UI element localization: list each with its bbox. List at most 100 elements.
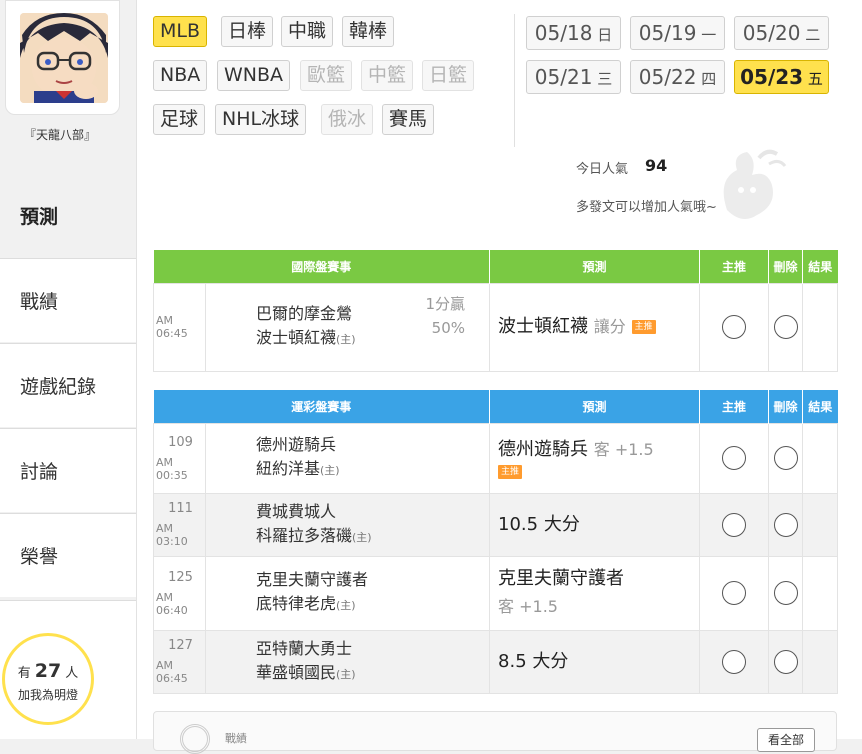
delete-cell	[768, 492, 804, 557]
result-cell	[802, 282, 839, 372]
delete-cell	[768, 555, 804, 631]
game-number: 127	[168, 638, 193, 653]
featured-radio[interactable]	[722, 512, 747, 537]
handicap-percent: 50%	[431, 318, 466, 337]
popularity-hint: 多發文可以增加人氣哦~	[576, 200, 717, 215]
featured-radio[interactable]	[722, 581, 747, 605]
date-day: 一	[701, 26, 717, 44]
col-header-event: 運彩盤賽事	[153, 390, 491, 423]
date-md: 05/19	[638, 21, 697, 45]
nav-item-discussion[interactable]: 討論	[0, 428, 136, 512]
date-0521[interactable]: 05/21 三	[526, 60, 621, 94]
date-md: 05/21	[534, 65, 593, 89]
featured-cell	[699, 282, 770, 372]
sport-japan-basketball[interactable]: 日籃	[422, 60, 475, 91]
sport-cba[interactable]: 中籃	[361, 60, 414, 91]
date-md: 05/18	[534, 21, 593, 45]
col-header-result: 結果	[802, 250, 838, 283]
nav-item-predict[interactable]: 預測	[0, 173, 136, 257]
delete-radio[interactable]	[773, 315, 798, 339]
fans-number: 27	[34, 660, 62, 682]
popularity-value: 94	[645, 156, 668, 175]
game-teams: 巴爾的摩金鶯 波士頓紅襪(主) 1分贏 50%	[204, 282, 491, 372]
home-mark: (主)	[336, 333, 356, 346]
table-row: 109 AM 00:35 德州遊騎兵 紐約洋基(主) 德州遊騎兵 客 +1.5 主…	[153, 422, 839, 494]
home-mark: (主)	[336, 667, 356, 681]
username: 『天龍八部』	[23, 128, 96, 142]
game-teams: 德州遊騎兵 紐約洋基(主)	[204, 422, 491, 494]
date-0522[interactable]: 05/22 四	[630, 60, 725, 94]
table-row: 111 AM 03:10 費城費城人 科羅拉多落磯(主) 10.5 大分	[153, 492, 839, 557]
result-cell	[802, 555, 839, 631]
sport-euro-basketball[interactable]: 歐籃	[300, 60, 353, 91]
date-0519[interactable]: 05/19 一	[630, 16, 725, 50]
date-0518[interactable]: 05/18 日	[526, 16, 621, 50]
handicap-value: 1分贏	[425, 294, 466, 313]
col-header-delete: 刪除	[768, 250, 804, 283]
featured-tag: 主推	[631, 320, 656, 334]
delete-radio[interactable]	[773, 649, 798, 674]
delete-radio[interactable]	[773, 581, 798, 605]
sport-kbo[interactable]: 韓棒	[342, 16, 395, 47]
fans-prefix: 有	[17, 666, 31, 681]
table-header: 國際盤賽事 預測 主推 刪除 結果	[153, 250, 838, 283]
sport-nhl[interactable]: NHL冰球	[215, 104, 307, 135]
sport-soccer[interactable]: 足球	[153, 104, 206, 135]
game-number: 109	[168, 434, 193, 450]
view-all-button[interactable]: 看全部	[757, 728, 815, 752]
delete-radio[interactable]	[773, 512, 798, 537]
sport-wnba[interactable]: WNBA	[217, 60, 291, 91]
game-time: 111 AM 03:10	[153, 492, 206, 557]
result-cell	[802, 492, 839, 557]
game-time-value: AM 03:10	[156, 522, 188, 548]
follow-lamp-button[interactable]: 有 27 人 加我為明燈	[2, 633, 94, 725]
delete-radio[interactable]	[773, 446, 798, 470]
sport-nba[interactable]: NBA	[153, 60, 208, 91]
handicap-line: 1分贏 50%	[425, 292, 465, 340]
fans-suffix: 人	[65, 666, 79, 681]
featured-radio[interactable]	[722, 446, 747, 470]
prediction-pick: 波士頓紅襪	[498, 316, 589, 337]
sport-mlb[interactable]: MLB	[153, 16, 208, 47]
home-team-name: 科羅拉多落磯	[256, 525, 353, 545]
featured-cell	[699, 492, 770, 557]
sport-npb[interactable]: 日棒	[221, 16, 274, 47]
avatar-card	[5, 0, 120, 115]
home-mark: (主)	[320, 464, 340, 477]
prediction-pick: 克里夫蘭守護者	[498, 568, 625, 589]
featured-radio[interactable]	[722, 315, 747, 339]
date-day: 四	[701, 70, 717, 88]
nav-item-game-history[interactable]: 遊戲紀錄	[0, 343, 136, 427]
record-label: 戰績	[225, 732, 247, 745]
col-header-featured: 主推	[699, 250, 770, 283]
mascot-decoration-icon	[723, 149, 787, 219]
result-cell	[802, 422, 839, 494]
col-header-predict: 預測	[489, 250, 701, 283]
featured-radio[interactable]	[722, 649, 747, 674]
divider	[514, 14, 515, 147]
date-md: 05/22	[638, 65, 697, 89]
featured-cell	[699, 422, 770, 494]
col-header-predict: 預測	[489, 390, 701, 423]
date-0520[interactable]: 05/20 二	[734, 16, 829, 50]
home-mark: (主)	[336, 599, 356, 612]
sport-cpbl[interactable]: 中職	[281, 16, 334, 47]
main-panel: MLB 日棒 中職 韓棒 NBA WNBA 歐籃 中籃 日籃 足球 NHL冰球 …	[136, 0, 862, 754]
nav-item-record[interactable]: 戰績	[0, 258, 136, 342]
nav-item-honor[interactable]: 榮譽	[0, 513, 136, 597]
col-header-result: 結果	[802, 390, 838, 423]
sport-khl[interactable]: 俄冰	[321, 104, 374, 135]
date-day: 三	[597, 70, 613, 88]
away-team: 費城費城人	[256, 501, 337, 521]
date-0523[interactable]: 05/23 五	[734, 60, 829, 94]
delete-cell	[768, 629, 804, 694]
table-row: AM 06:45 巴爾的摩金鶯 波士頓紅襪(主) 1分贏 50% 波士頓紅襪 讓分…	[153, 282, 839, 372]
featured-cell	[699, 629, 770, 694]
avatar[interactable]	[20, 13, 108, 103]
avatar-image	[20, 13, 108, 103]
away-team: 德州遊騎兵	[256, 435, 337, 454]
col-header-delete: 刪除	[768, 390, 804, 423]
home-team: 紐約洋基(主)	[256, 457, 489, 483]
sport-horse-racing[interactable]: 賽馬	[382, 104, 435, 135]
popularity-label: 今日人氣	[576, 162, 629, 177]
